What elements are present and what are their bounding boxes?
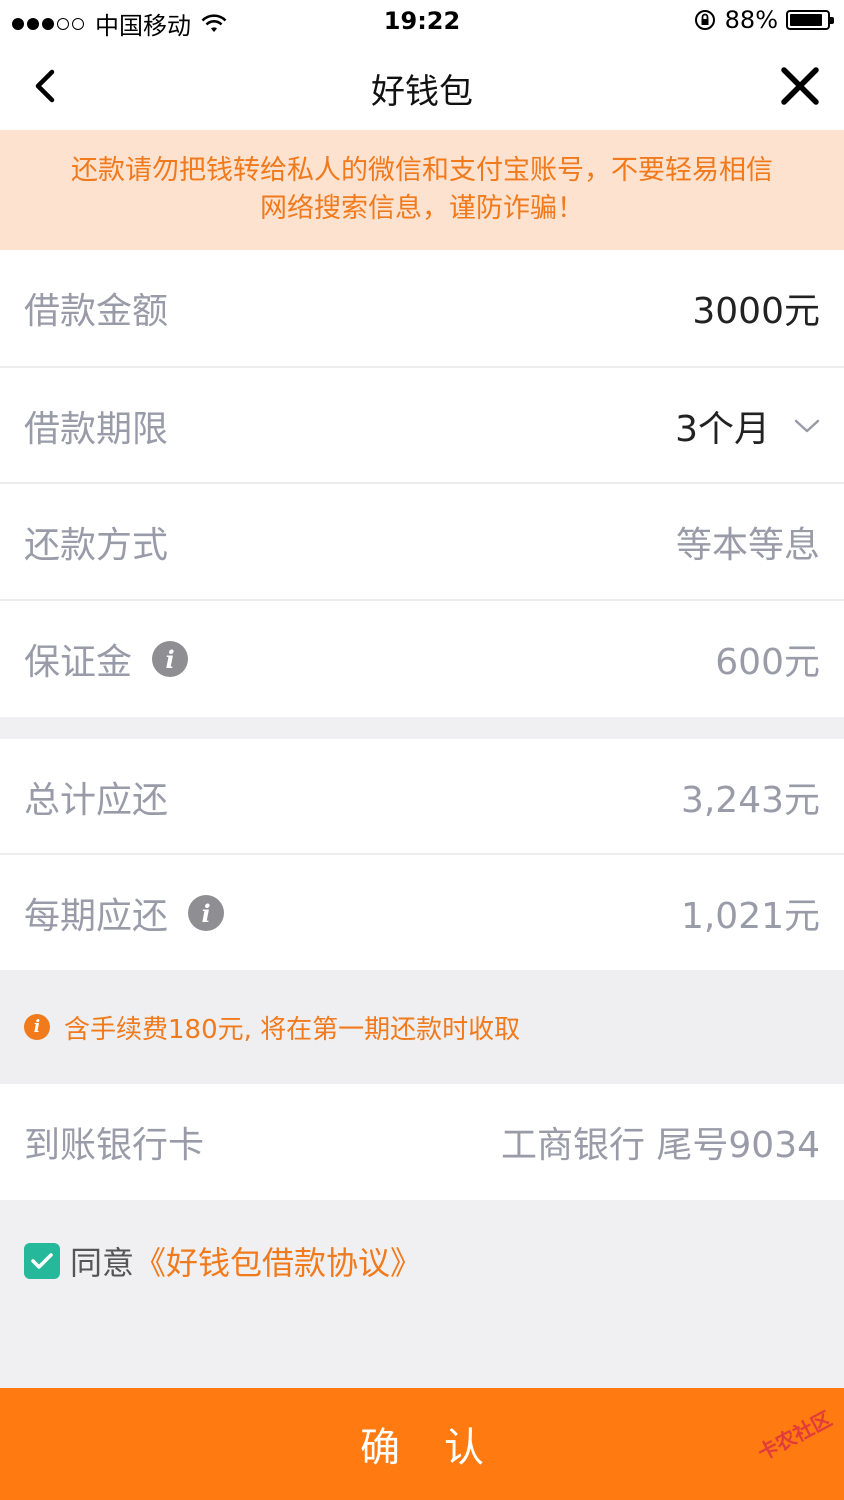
- loan-amount-row: 借款金额 3000元: [0, 250, 844, 366]
- fee-note: i 含手续费180元, 将在第一期还款时收取: [0, 970, 844, 1084]
- bank-card-label: 到账银行卡: [24, 1125, 205, 1166]
- total-repay-value: 3,243元: [680, 780, 820, 821]
- page-title: 好钱包: [371, 72, 473, 112]
- status-bar: 中国移动 19:22 88%: [0, 0, 844, 44]
- agreement-prefix: 同意: [70, 1244, 135, 1282]
- loan-term-value: 3个月: [675, 409, 770, 450]
- nav-bar: 好钱包: [0, 44, 844, 130]
- loan-amount-value: 3000元: [692, 291, 820, 332]
- period-repay-row: 每期应还 i 1,021元: [0, 855, 844, 971]
- fee-note-text: 含手续费180元, 将在第一期还款时收取: [64, 1014, 521, 1045]
- info-icon[interactable]: i: [152, 641, 189, 677]
- bank-card-row[interactable]: 到账银行卡 工商银行 尾号9034: [0, 1084, 844, 1200]
- chevron-down-icon: [794, 419, 820, 433]
- bank-card-value: 工商银行 尾号9034: [500, 1125, 820, 1166]
- close-icon[interactable]: [778, 64, 822, 108]
- deposit-value: 600元: [715, 642, 820, 683]
- loan-amount-label: 借款金额: [24, 291, 169, 332]
- agreement-row: 同意 《好钱包借款协议》: [24, 1238, 422, 1284]
- deposit-label: 保证金: [24, 642, 133, 683]
- agreement-link[interactable]: 《好钱包借款协议》: [134, 1238, 422, 1284]
- deposit-label-group: 保证金 i: [24, 633, 189, 685]
- check-icon: [31, 1253, 53, 1269]
- status-right: 88%: [693, 6, 834, 34]
- total-repay-row: 总计应还 3,243元: [0, 739, 844, 855]
- confirm-button[interactable]: 确认: [0, 1388, 844, 1500]
- fraud-warning-banner: 还款请勿把钱转给私人的微信和支付宝账号，不要轻易相信网络搜索信息，谨防诈骗！: [0, 130, 844, 250]
- repayment-method-value: 等本等息: [675, 525, 820, 566]
- loan-term-label: 借款期限: [24, 409, 169, 450]
- period-repay-label-group: 每期应还 i: [24, 887, 225, 939]
- info-icon: i: [24, 1014, 50, 1040]
- loan-term-select[interactable]: 3个月: [675, 400, 820, 452]
- battery-icon: [786, 10, 834, 30]
- period-repay-value: 1,021元: [680, 896, 820, 937]
- repayment-method-row: 还款方式 等本等息: [0, 484, 844, 600]
- repayment-method-label: 还款方式: [24, 525, 169, 566]
- info-icon[interactable]: i: [188, 895, 225, 931]
- agreement-checkbox[interactable]: [24, 1243, 60, 1279]
- total-repay-label: 总计应还: [24, 780, 169, 821]
- period-repay-label: 每期应还: [24, 896, 169, 937]
- rotation-lock-icon: [694, 10, 715, 30]
- deposit-row: 保证金 i 600元: [0, 601, 844, 717]
- battery-percent: 88%: [724, 6, 778, 34]
- loan-term-row[interactable]: 借款期限 3个月: [0, 368, 844, 484]
